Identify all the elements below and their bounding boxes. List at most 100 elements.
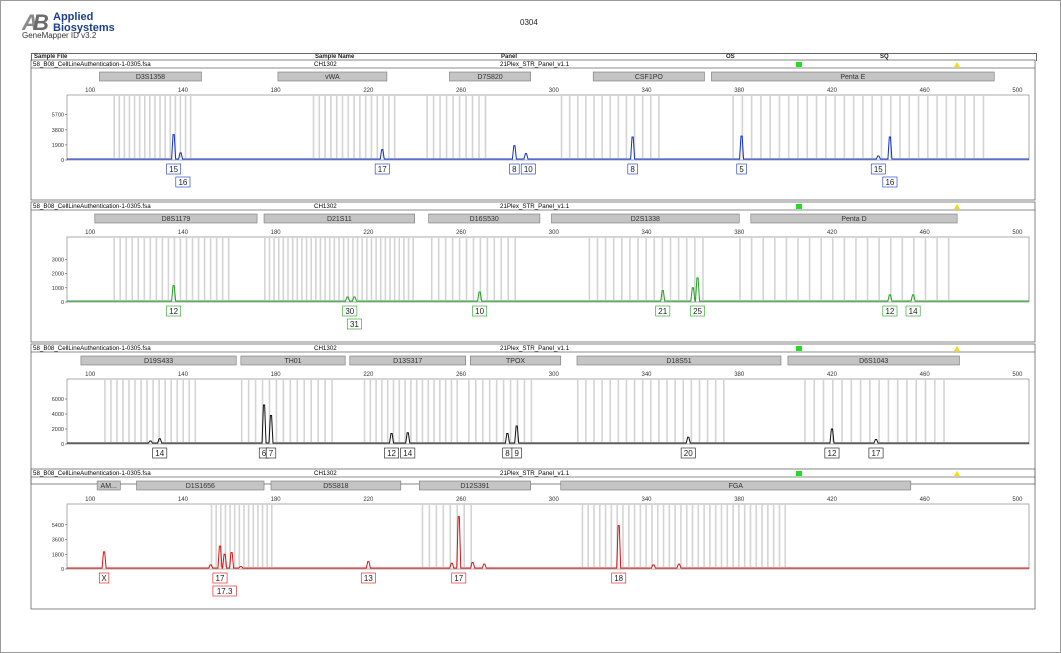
bin-marker	[287, 237, 289, 300]
bin-marker	[514, 237, 516, 300]
bin-marker	[936, 237, 938, 300]
bin-marker	[428, 504, 431, 567]
bin-marker	[738, 504, 740, 567]
bin-marker	[576, 95, 579, 158]
locus-label: TH01	[284, 358, 301, 365]
y-tick-label: 3800	[52, 128, 64, 134]
x-tick-label: 460	[920, 497, 931, 503]
bin-marker	[784, 504, 787, 567]
bin-marker	[633, 379, 636, 442]
bin-marker	[421, 504, 424, 567]
bin-marker	[335, 95, 338, 158]
bin-marker	[596, 237, 599, 300]
bin-marker	[110, 379, 112, 442]
bin-marker	[680, 504, 682, 567]
bin-marker	[247, 504, 250, 567]
bin-marker	[359, 95, 361, 158]
peak-mark	[224, 553, 226, 555]
bin-marker	[191, 237, 194, 300]
y-tick-label: 3600	[52, 538, 64, 544]
bin-marker	[645, 237, 647, 300]
bin-marker	[131, 237, 134, 300]
bin-marker	[382, 95, 384, 158]
bin-marker	[474, 379, 477, 442]
bin-marker	[458, 237, 461, 300]
bin-marker	[915, 379, 918, 442]
bin-marker	[750, 237, 753, 300]
x-tick-label: 380	[734, 497, 745, 503]
peak-mark	[678, 563, 680, 565]
x-tick-label: 300	[549, 497, 560, 503]
bin-marker	[808, 237, 811, 300]
bin-marker	[709, 504, 711, 567]
bin-marker	[841, 379, 843, 442]
bin-marker	[820, 237, 822, 300]
bin-marker	[714, 504, 717, 567]
sample-file: 58_B08_CellLineAuthentication-1-0305.fsa	[33, 203, 151, 210]
bin-marker	[677, 237, 680, 300]
bin-marker	[639, 504, 642, 567]
os-status-indicator	[796, 204, 802, 209]
bin-marker	[152, 379, 154, 442]
bin-marker	[415, 379, 418, 442]
bin-marker	[179, 237, 182, 300]
bin-marker	[427, 379, 430, 442]
y-tick-label: 0	[61, 300, 64, 306]
y-tick-label: 5400	[52, 523, 64, 529]
peak-mark	[173, 134, 175, 135]
bin-marker	[270, 504, 273, 567]
bin-marker	[726, 504, 729, 567]
peak-mark	[516, 425, 518, 427]
x-tick-label: 100	[85, 230, 96, 236]
peak-mark	[632, 136, 634, 138]
x-tick-label: 140	[178, 88, 189, 94]
panel-name: 21Plex_STR_Panel_v1.1	[500, 345, 570, 352]
bin-marker	[161, 237, 164, 300]
bin-marker	[149, 95, 151, 158]
bin-marker	[184, 95, 187, 158]
bin-marker	[465, 95, 467, 158]
peak-mark	[741, 135, 742, 137]
bin-marker	[282, 379, 285, 442]
bin-marker	[785, 237, 788, 300]
bin-marker	[481, 379, 484, 442]
sample-name: CH1302	[314, 61, 337, 68]
bin-marker	[697, 504, 700, 567]
sample-name: CH1302	[314, 345, 337, 352]
bin-marker	[134, 379, 136, 442]
bin-marker	[889, 237, 892, 300]
bin-marker	[899, 95, 901, 158]
peak-mark	[210, 564, 212, 566]
bin-marker	[806, 95, 809, 158]
x-tick-label: 340	[642, 372, 653, 378]
bin-marker	[310, 237, 312, 300]
bin-marker	[604, 504, 607, 567]
bin-marker	[254, 379, 257, 442]
bin-marker	[116, 379, 118, 442]
bin-marker	[137, 237, 140, 300]
sq-status-indicator	[954, 471, 960, 476]
peak-mark	[263, 404, 265, 406]
bin-marker	[119, 237, 121, 300]
allele-label: 17	[216, 574, 225, 583]
bin-marker	[430, 237, 433, 300]
bin-marker	[312, 95, 315, 158]
locus-label: TPOX	[506, 358, 525, 365]
bin-marker	[197, 237, 200, 300]
bin-marker	[179, 95, 182, 158]
locus-label: D3S1358	[136, 74, 165, 81]
peak-mark	[180, 152, 181, 154]
bin-marker	[452, 95, 454, 158]
y-tick-label: 2000	[52, 427, 64, 433]
plot-frame	[66, 378, 1030, 445]
panel-name: 21Plex_STR_Panel_v1.1	[500, 61, 570, 68]
allele-label: 10	[475, 307, 484, 316]
peak-mark	[391, 433, 392, 434]
bin-marker	[749, 504, 752, 567]
bin-marker	[392, 379, 395, 442]
bin-marker	[761, 504, 763, 567]
allele-label: 8	[630, 165, 635, 174]
bin-marker	[456, 379, 459, 442]
peak-mark	[367, 561, 369, 563]
x-tick-label: 220	[363, 230, 374, 236]
